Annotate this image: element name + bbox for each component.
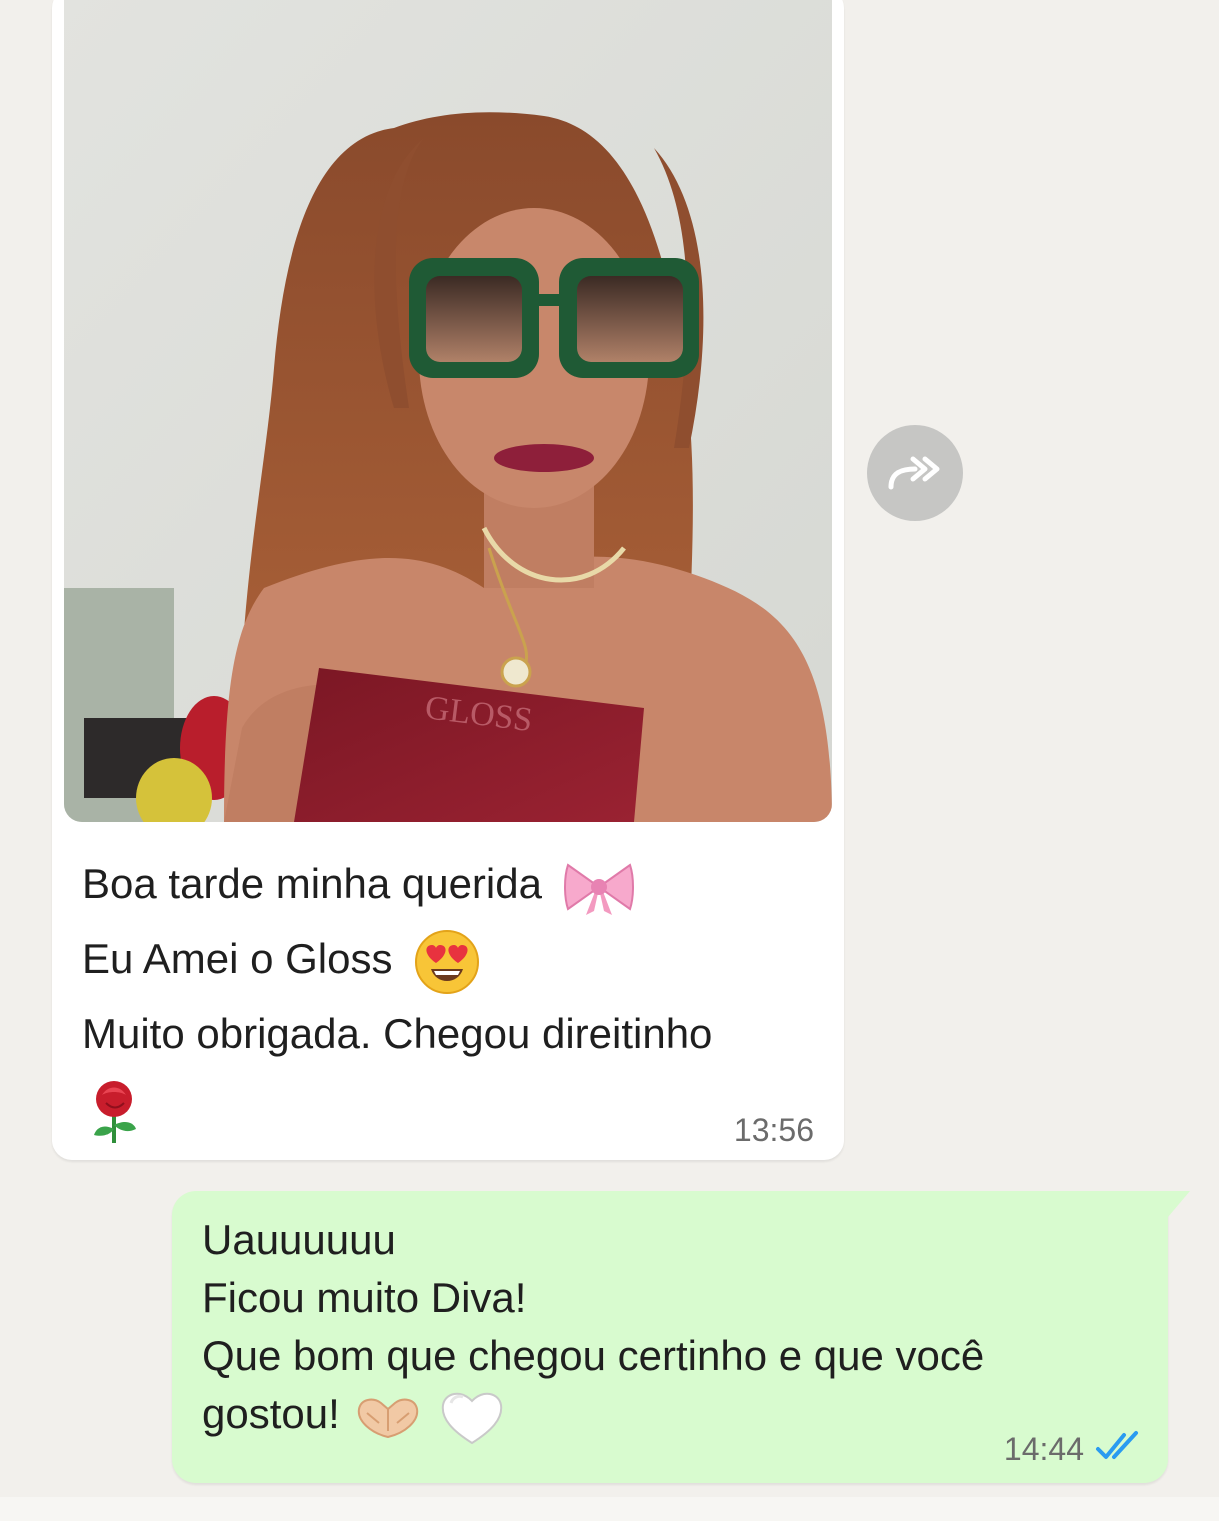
incoming-timestamp: 13:56 (733, 1112, 814, 1148)
rose-emoji (86, 1079, 142, 1145)
forward-button[interactable] (867, 425, 963, 521)
outgoing-timestamp: 14:44 (1003, 1431, 1084, 1467)
outgoing-line-2: Ficou muito Diva! (202, 1274, 527, 1321)
incoming-message-bubble[interactable]: GLOSS Boa tarde minha querida Eu Amei o … (52, 0, 844, 1160)
outgoing-message-bubble[interactable]: Uauuuuuu Ficou muito Diva! Que bom que c… (172, 1191, 1190, 1483)
forward-icon (888, 456, 940, 490)
outgoing-text: Uauuuuuu Ficou muito Diva! Que bom que c… (202, 1211, 1122, 1447)
caption-line-1: Boa tarde minha querida (82, 860, 542, 907)
heart-eyes-emoji (414, 929, 480, 995)
outgoing-line-3: Que bom que chegou certinho e que você (202, 1332, 985, 1379)
photo-attachment[interactable]: GLOSS (64, 0, 832, 822)
bubble-tail (1168, 1191, 1190, 1217)
caption-line-2: Eu Amei o Gloss (82, 935, 393, 982)
double-check-icon (1094, 1429, 1144, 1468)
incoming-caption: Boa tarde minha querida Eu Amei o Gloss (82, 846, 822, 1146)
photo-image: GLOSS (64, 0, 832, 822)
caption-line-3: Muito obrigada. Chegou direitinho (82, 1010, 713, 1057)
white-heart-emoji (439, 1387, 505, 1447)
bottom-edge (0, 1497, 1219, 1521)
outgoing-line-1: Uauuuuuu (202, 1216, 396, 1263)
ribbon-emoji (563, 857, 634, 917)
heart-hands-emoji (353, 1393, 423, 1441)
outgoing-line-4: gostou! (202, 1390, 340, 1437)
